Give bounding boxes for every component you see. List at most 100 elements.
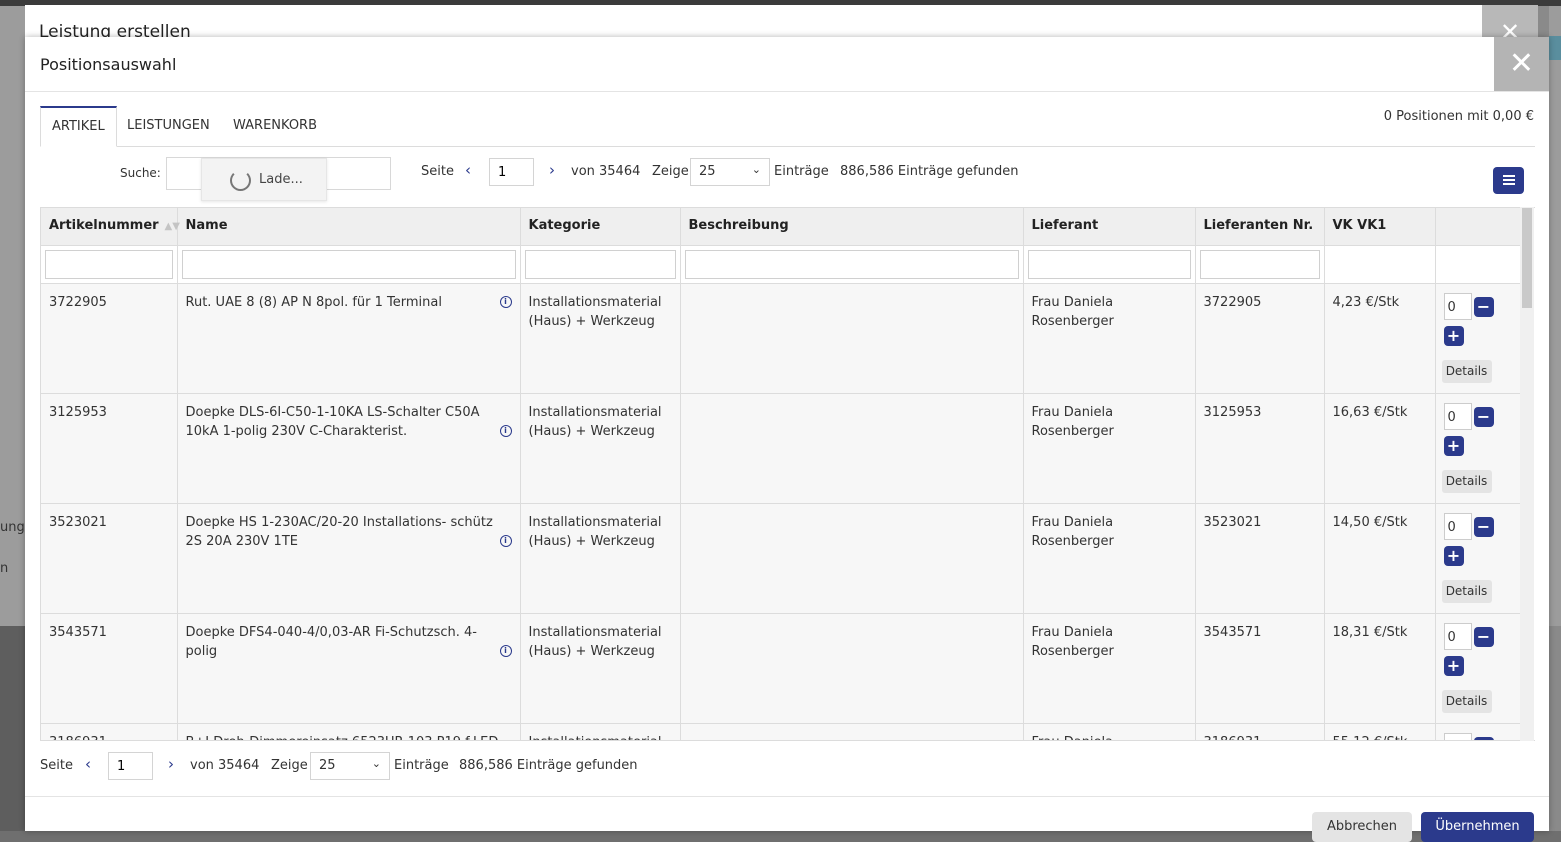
tab-bar: ARTIKEL LEISTUNGEN WARENKORB: [40, 106, 1535, 147]
chevron-down-icon: ⌄: [751, 163, 761, 176]
increase-button[interactable]: +: [1443, 656, 1464, 676]
cell-lieferant: Frau Daniela Rosenberger: [1023, 613, 1196, 724]
prev-page-icon[interactable]: ‹: [465, 161, 471, 179]
article-table: Artikelnummer ▲▼ Name Kategorie Beschreib…: [40, 207, 1535, 741]
decrease-button[interactable]: −: [1473, 297, 1494, 317]
increase-button[interactable]: +: [1443, 546, 1464, 566]
cell-name: i Doepke DFS4-040-4/0,03-AR Fi-Schutzsch.…: [177, 613, 521, 724]
cell-actions: 0 −: [1435, 723, 1522, 740]
entries-found-label: 886,586 Einträge gefunden: [840, 164, 1019, 179]
cell-vk: 18,31 €/Stk: [1324, 613, 1436, 724]
tab-leistungen[interactable]: LEISTUNGEN: [116, 106, 221, 147]
table-row: 3125953 i Doepke DLS-6I-C50-1-10KA LS-Sch…: [41, 393, 1522, 504]
next-page-icon[interactable]: ›: [549, 161, 555, 179]
column-header-vk-vk1[interactable]: VK VK1: [1324, 208, 1436, 246]
quantity-input[interactable]: 0: [1443, 293, 1472, 320]
details-button[interactable]: Details: [1441, 690, 1492, 713]
table-row: 3523021 i Doepke HS 1-230AC/20-20 Install…: [41, 503, 1522, 614]
details-button[interactable]: Details: [1441, 360, 1492, 383]
apply-button[interactable]: Übernehmen: [1421, 812, 1534, 842]
entries-found-label: 886,586 Einträge gefunden: [459, 758, 638, 773]
increase-button[interactable]: +: [1443, 436, 1464, 456]
cell-lieferanten-nr: 3523021: [1195, 503, 1325, 614]
page-size-value: 25: [699, 164, 716, 179]
position-selection-dialog: Positionsauswahl ✕ ARTIKEL LEISTUNGEN WA…: [25, 37, 1549, 842]
next-page-icon[interactable]: ›: [168, 755, 174, 773]
background-text: ung: [0, 520, 25, 535]
info-icon[interactable]: i: [499, 296, 512, 308]
cell-beschreibung: [680, 723, 1024, 740]
filter-kategorie-input[interactable]: [524, 250, 676, 279]
filter-name-input[interactable]: [181, 250, 516, 279]
info-icon[interactable]: i: [499, 535, 512, 547]
cancel-button[interactable]: Abbrechen: [1312, 812, 1412, 842]
name-text: Doepke HS 1-230AC/20-20 Installations- s…: [185, 515, 493, 549]
name-text: Rut. UAE 8 (8) AP N 8pol. für 1 Terminal: [185, 295, 442, 310]
info-icon[interactable]: i: [499, 645, 512, 657]
entries-label: Einträge: [774, 164, 829, 179]
filter-row: [41, 245, 1522, 284]
cell-lieferanten-nr: 3186931: [1195, 723, 1325, 740]
table-row: 3722905 i Rut. UAE 8 (8) AP N 8pol. für 1…: [41, 283, 1522, 394]
column-menu-button[interactable]: [1493, 167, 1524, 194]
decrease-button[interactable]: −: [1473, 407, 1494, 427]
quantity-input[interactable]: 0: [1443, 403, 1472, 430]
decrease-button[interactable]: −: [1473, 737, 1494, 740]
tab-warenkorb[interactable]: WARENKORB: [222, 106, 328, 147]
column-header-artikelnummer[interactable]: Artikelnummer ▲▼: [41, 208, 180, 246]
column-header-beschreibung[interactable]: Beschreibung: [680, 208, 1024, 246]
filter-artikelnummer-input[interactable]: [45, 250, 173, 279]
cell-beschreibung: [680, 503, 1024, 614]
cell-kategorie: Installationsmaterial (Haus) + Werkzeug: [520, 613, 681, 724]
increase-button[interactable]: +: [1443, 326, 1464, 346]
cell-artikelnummer: 3125953: [41, 393, 178, 504]
column-header-lieferanten-nr[interactable]: Lieferanten Nr.: [1195, 208, 1325, 246]
quantity-input[interactable]: 0: [1443, 513, 1472, 540]
footer-divider: [25, 796, 1549, 797]
page-size-select[interactable]: 25 ⌄: [310, 752, 390, 780]
dialog-title: Positionsauswahl: [40, 55, 177, 74]
page-count-label: von 35464: [571, 164, 641, 179]
name-text: Doepke DFS4-040-4/0,03-AR Fi-Schutzsch. …: [185, 625, 477, 659]
background-left-lower: [0, 626, 25, 831]
page-size-value: 25: [319, 758, 336, 773]
cell-name: i Doepke HS 1-230AC/20-20 Installations- …: [177, 503, 521, 614]
close-icon[interactable]: ✕: [1494, 37, 1549, 91]
column-header-actions: [1435, 208, 1522, 246]
filter-lieferanten-nr-input[interactable]: [1199, 250, 1320, 279]
cell-beschreibung: [680, 283, 1024, 394]
filter-lieferant-input[interactable]: [1027, 250, 1191, 279]
cell-actions: 0 − + Details: [1435, 283, 1522, 394]
dialog-header: Positionsauswahl ✕: [25, 37, 1549, 92]
scrollbar-thumb[interactable]: [1522, 208, 1532, 308]
column-header-lieferant[interactable]: Lieferant: [1023, 208, 1196, 246]
details-button[interactable]: Details: [1441, 470, 1492, 493]
loading-text: Lade...: [259, 172, 303, 187]
info-icon[interactable]: i: [499, 425, 512, 437]
cell-vk: 55,12 €/Stk: [1324, 723, 1436, 740]
cell-vk: 16,63 €/Stk: [1324, 393, 1436, 504]
page-number-input[interactable]: [489, 158, 534, 186]
cell-vk: 14,50 €/Stk: [1324, 503, 1436, 614]
quantity-input[interactable]: 0: [1443, 733, 1472, 740]
cell-kategorie: Installationsmaterial (Haus) + Werkzeug: [520, 503, 681, 614]
background-text: n: [0, 561, 9, 576]
decrease-button[interactable]: −: [1473, 517, 1494, 537]
page-size-select[interactable]: 25 ⌄: [690, 158, 770, 186]
name-text: Doepke DLS-6I-C50-1-10KA LS-Schalter C50…: [185, 405, 480, 439]
cell-name: B+J Dreh-Dimmereinsatz 6523UR-103 P19 f.…: [177, 723, 521, 740]
column-header-name[interactable]: Name: [177, 208, 521, 246]
chevron-down-icon: ⌄: [371, 757, 381, 770]
show-label: Zeige: [652, 164, 689, 179]
cell-name: i Rut. UAE 8 (8) AP N 8pol. für 1 Termina…: [177, 283, 521, 394]
details-button[interactable]: Details: [1441, 580, 1492, 603]
filter-beschreibung-input[interactable]: [684, 250, 1019, 279]
tab-artikel[interactable]: ARTIKEL: [40, 106, 117, 147]
decrease-button[interactable]: −: [1473, 627, 1494, 647]
page-label: Seite: [40, 758, 73, 773]
page-number-input[interactable]: [108, 752, 153, 780]
column-header-kategorie[interactable]: Kategorie: [520, 208, 681, 246]
prev-page-icon[interactable]: ‹: [85, 755, 91, 773]
quantity-input[interactable]: 0: [1443, 623, 1472, 650]
loading-indicator: Lade...: [201, 158, 327, 201]
